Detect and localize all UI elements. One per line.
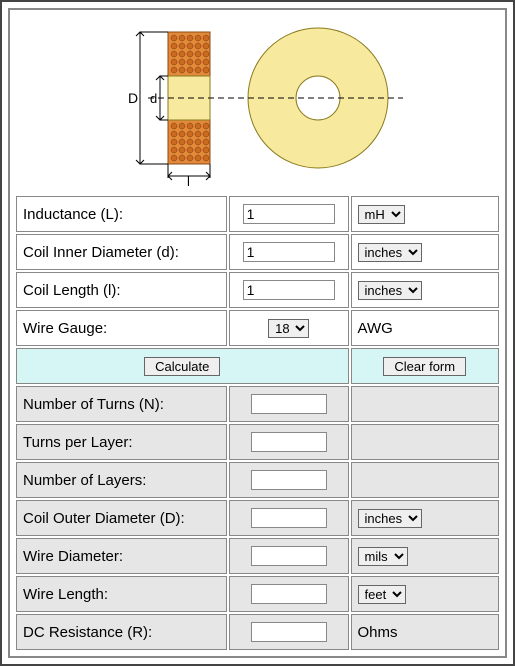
diagram-label-D: D (128, 90, 138, 106)
unit-turns (351, 386, 500, 422)
panel-border: D d l Inductance (L): mH Coil Inner Diam… (8, 8, 507, 658)
diagram-label-d: d (150, 91, 157, 106)
select-wire-length-unit[interactable]: feet (358, 585, 406, 604)
row-buttons (16, 348, 499, 384)
label-wire-length: Wire Length: (16, 576, 227, 612)
row-inductance: Inductance (L): mH (16, 196, 499, 232)
unit-wire-gauge: AWG (351, 310, 500, 346)
clear-button[interactable] (383, 357, 466, 376)
coil-diagram: D d l (14, 14, 501, 194)
panel-inner: D d l Inductance (L): mH Coil Inner Diam… (9, 9, 506, 657)
select-inner-diameter-unit[interactable]: inches (358, 243, 422, 262)
output-dc-resistance[interactable] (251, 622, 327, 642)
row-inner-diameter: Coil Inner Diameter (d): inches (16, 234, 499, 270)
label-inner-diameter: Coil Inner Diameter (d): (16, 234, 227, 270)
output-wire-length[interactable] (251, 584, 327, 604)
label-coil-length: Coil Length (l): (16, 272, 227, 308)
select-inductance-unit[interactable]: mH (358, 205, 405, 224)
row-outer-diameter: Coil Outer Diameter (D): inches (16, 500, 499, 536)
row-wire-diameter: Wire Diameter: mils (16, 538, 499, 574)
unit-dc-resistance: Ohms (351, 614, 500, 650)
unit-layers (351, 462, 500, 498)
calculate-button[interactable] (144, 357, 220, 376)
output-wire-diameter[interactable] (251, 546, 327, 566)
output-tpl[interactable] (251, 432, 327, 452)
select-wire-gauge[interactable]: 18 (268, 319, 309, 338)
label-wire-diameter: Wire Diameter: (16, 538, 227, 574)
coil-diagram-svg: D d l (108, 18, 408, 188)
label-tpl: Turns per Layer: (16, 424, 227, 460)
input-inner-diameter[interactable] (243, 242, 335, 262)
select-wire-diameter-unit[interactable]: mils (358, 547, 408, 566)
label-wire-gauge: Wire Gauge: (16, 310, 227, 346)
label-outer-diameter: Coil Outer Diameter (D): (16, 500, 227, 536)
output-outer-diameter[interactable] (251, 508, 327, 528)
input-coil-length[interactable] (243, 280, 335, 300)
label-layers: Number of Layers: (16, 462, 227, 498)
label-dc-resistance: DC Resistance (R): (16, 614, 227, 650)
label-turns: Number of Turns (N): (16, 386, 227, 422)
output-layers[interactable] (251, 470, 327, 490)
row-wire-length: Wire Length: feet (16, 576, 499, 612)
calculator-panel: D d l Inductance (L): mH Coil Inner Diam… (0, 0, 515, 666)
input-inductance[interactable] (243, 204, 335, 224)
calc-table: Inductance (L): mH Coil Inner Diameter (… (14, 194, 501, 652)
row-dc-resistance: DC Resistance (R): Ohms (16, 614, 499, 650)
row-layers: Number of Layers: (16, 462, 499, 498)
unit-tpl (351, 424, 500, 460)
row-coil-length: Coil Length (l): inches (16, 272, 499, 308)
select-outer-diameter-unit[interactable]: inches (358, 509, 422, 528)
output-turns[interactable] (251, 394, 327, 414)
row-turns: Number of Turns (N): (16, 386, 499, 422)
select-coil-length-unit[interactable]: inches (358, 281, 422, 300)
row-wire-gauge: Wire Gauge: 18 AWG (16, 310, 499, 346)
label-inductance: Inductance (L): (16, 196, 227, 232)
diagram-label-l: l (187, 174, 190, 188)
row-tpl: Turns per Layer: (16, 424, 499, 460)
